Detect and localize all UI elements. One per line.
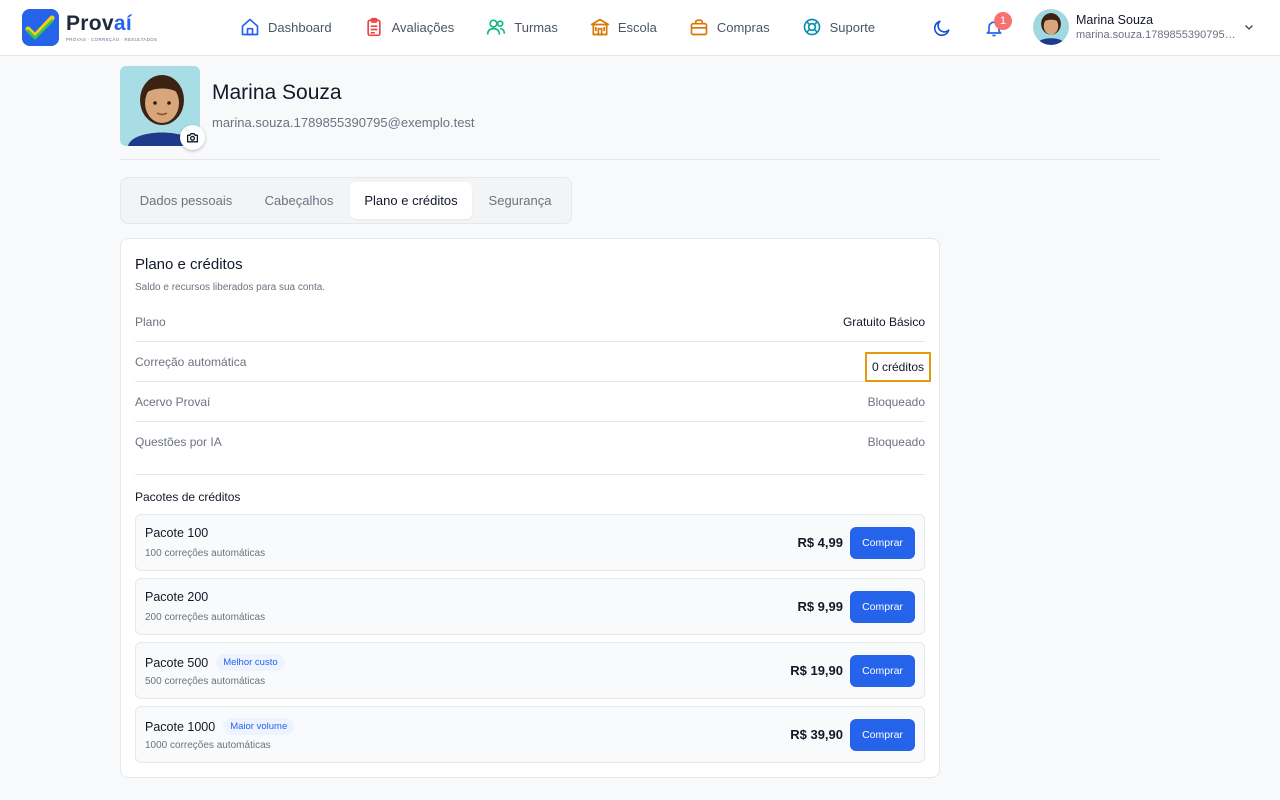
package-card: Pacote 1000 Maior volume 1000 correções a… <box>135 706 925 763</box>
header-divider <box>120 159 1160 160</box>
ai-questions-row: Questões por IA Bloqueado <box>135 422 925 475</box>
logo-tagline: PROVAS · CORREÇÃO · RESULTADOS <box>66 37 158 42</box>
buy-package-1000-button[interactable]: Comprar <box>850 719 915 751</box>
avatar <box>1033 9 1069 45</box>
package-description: 100 correções automáticas <box>145 548 266 559</box>
package-tag: Maior volume <box>223 718 295 735</box>
package-description: 200 correções automáticas <box>145 612 266 623</box>
package-tag: Melhor custo <box>216 654 285 671</box>
home-icon <box>241 18 259 36</box>
logo-wordmark: Provaí <box>66 12 133 35</box>
plan-label: Plano <box>135 315 166 329</box>
logo-check-icon <box>22 9 59 46</box>
packages-title: Pacotes de créditos <box>135 490 241 504</box>
plan-row: Plano Gratuito Básico <box>135 302 925 342</box>
buy-package-200-button[interactable]: Comprar <box>850 591 915 623</box>
nav-suporte[interactable]: Suporte <box>802 17 875 37</box>
school-icon <box>590 18 609 36</box>
auto-correction-row: Correção automática 0 créditos <box>135 342 931 382</box>
change-photo-button[interactable] <box>180 125 205 150</box>
main-nav: Dashboard Avaliações Turmas Escola Compr… <box>240 16 907 38</box>
user-menu[interactable]: Marina Souza marina.souza.1789855390795@… <box>1033 9 1253 45</box>
auto-correction-credits: 0 créditos <box>864 352 931 382</box>
ai-questions-value: Bloqueado <box>867 435 925 449</box>
package-description: 500 correções automáticas <box>145 676 266 687</box>
tab-seguranca[interactable]: Segurança <box>477 182 563 219</box>
user-name: Marina Souza <box>1076 13 1154 27</box>
buy-package-500-button[interactable]: Comprar <box>850 655 915 687</box>
plan-credits-card: Plano e créditos Saldo e recursos libera… <box>120 238 940 778</box>
users-icon <box>487 19 506 35</box>
ai-questions-label: Questões por IA <box>135 435 222 449</box>
package-price: R$ 39,90 <box>790 727 843 742</box>
package-description: 1000 correções automáticas <box>145 740 271 751</box>
lifebuoy-icon <box>803 18 820 36</box>
top-navbar: Provaí PROVAS · CORREÇÃO · RESULTADOS Da… <box>0 0 1280 56</box>
card-title: Plano e créditos <box>135 256 243 273</box>
plan-value: Gratuito Básico <box>842 315 925 329</box>
package-name: Pacote 200 <box>145 590 209 604</box>
clipboard-icon <box>366 17 381 37</box>
package-name: Pacote 500 <box>145 655 209 670</box>
package-name: Pacote 100 <box>145 526 209 540</box>
auto-correction-label: Correção automática <box>135 355 247 369</box>
nav-dashboard[interactable]: Dashboard <box>240 17 332 37</box>
settings-tabs: Dados pessoais Cabeçalhos Plano e crédit… <box>120 177 572 224</box>
package-card: Pacote 100 100 correções automáticas R$ … <box>135 514 925 571</box>
tab-dados-pessoais[interactable]: Dados pessoais <box>129 182 243 219</box>
package-price: R$ 19,90 <box>790 663 843 678</box>
buy-package-100-button[interactable]: Comprar <box>850 527 915 559</box>
chevron-down-icon <box>1245 25 1253 30</box>
package-price: R$ 9,99 <box>797 599 843 614</box>
package-name: Pacote 1000 <box>145 719 216 734</box>
camera-icon <box>186 133 199 143</box>
moon-icon[interactable] <box>932 18 952 38</box>
notification-badge: 1 <box>994 12 1012 30</box>
acervo-row: Acervo Provaí Bloqueado <box>135 382 925 422</box>
user-email: marina.souza.1789855390795@exemplo.test <box>1076 29 1236 41</box>
package-card: Pacote 500 Melhor custo 500 correções aut… <box>135 642 925 699</box>
shopping-bag-icon <box>690 19 708 36</box>
nav-avaliacoes[interactable]: Avaliações <box>364 17 454 37</box>
tab-plano-creditos[interactable]: Plano e créditos <box>350 182 472 219</box>
package-card: Pacote 200 200 correções automáticas R$ … <box>135 578 925 635</box>
nav-escola[interactable]: Escola <box>590 17 657 37</box>
app-logo[interactable]: Provaí PROVAS · CORREÇÃO · RESULTADOS <box>22 9 157 46</box>
package-price: R$ 4,99 <box>797 535 843 550</box>
nav-turmas[interactable]: Turmas <box>486 17 558 37</box>
profile-name: Marina Souza <box>212 81 342 104</box>
nav-compras[interactable]: Compras <box>689 17 770 37</box>
tab-cabecalhos[interactable]: Cabeçalhos <box>249 182 349 219</box>
acervo-label: Acervo Provaí <box>135 395 211 409</box>
acervo-value: Bloqueado <box>867 395 925 409</box>
profile-email: marina.souza.1789855390795@exemplo.test <box>212 115 475 130</box>
card-subtitle: Saldo e recursos liberados para sua cont… <box>135 282 326 293</box>
